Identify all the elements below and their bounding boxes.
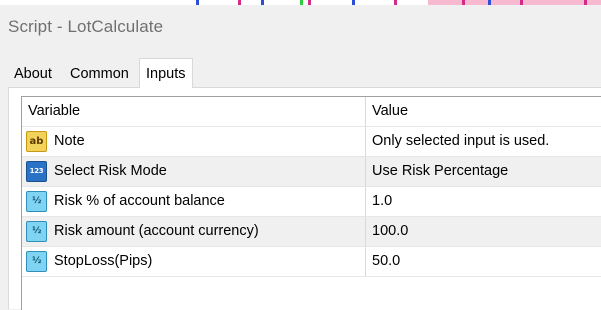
column-header-variable[interactable]: Variable: [22, 97, 366, 126]
column-header-value[interactable]: Value: [372, 97, 408, 126]
value-cell[interactable]: 100.0: [372, 217, 408, 246]
tab-about[interactable]: About: [8, 62, 58, 87]
variable-cell: ½ Risk amount (account currency): [22, 217, 366, 246]
table-row[interactable]: ab Note Only selected input is used.: [22, 127, 601, 157]
value-cell[interactable]: Use Risk Percentage: [372, 157, 508, 186]
double-half-icon: ½: [26, 251, 47, 272]
tab-inputs[interactable]: Inputs: [139, 58, 193, 88]
text-ab-icon: ab: [26, 131, 47, 152]
variable-cell: 123 Select Risk Mode: [22, 157, 366, 186]
enum-123-icon: 123: [26, 161, 47, 182]
tab-common[interactable]: Common: [64, 62, 135, 87]
dialog-title: Script - LotCalculate: [8, 17, 164, 36]
double-half-icon: ½: [26, 191, 47, 212]
table-row[interactable]: ½ StopLoss(Pips) 50.0: [22, 247, 601, 277]
table-row[interactable]: ½ Risk amount (account currency) 100.0: [22, 217, 601, 247]
inputs-panel: Variable Value ab Note Only selected inp…: [8, 87, 601, 310]
variable-cell: ab Note: [22, 127, 366, 156]
double-half-icon: ½: [26, 221, 47, 242]
table-row[interactable]: 123 Select Risk Mode Use Risk Percentage: [22, 157, 601, 187]
value-cell[interactable]: 50.0: [372, 247, 400, 276]
variable-name: Note: [54, 133, 85, 149]
variable-name: StopLoss(Pips): [54, 253, 153, 269]
table-header-row: Variable Value: [22, 97, 601, 127]
variable-name: Risk amount (account currency): [54, 223, 259, 239]
variable-name: Select Risk Mode: [54, 163, 167, 179]
variable-cell: ½ StopLoss(Pips): [22, 247, 366, 276]
variable-name: Risk % of account balance: [54, 193, 225, 209]
value-cell[interactable]: 1.0: [372, 187, 392, 216]
value-cell[interactable]: Only selected input is used.: [372, 127, 549, 156]
inputs-table: Variable Value ab Note Only selected inp…: [21, 96, 601, 310]
variable-cell: ½ Risk % of account balance: [22, 187, 366, 216]
dialog-titlebar[interactable]: Script - LotCalculate: [0, 5, 601, 48]
table-row[interactable]: ½ Risk % of account balance 1.0: [22, 187, 601, 217]
